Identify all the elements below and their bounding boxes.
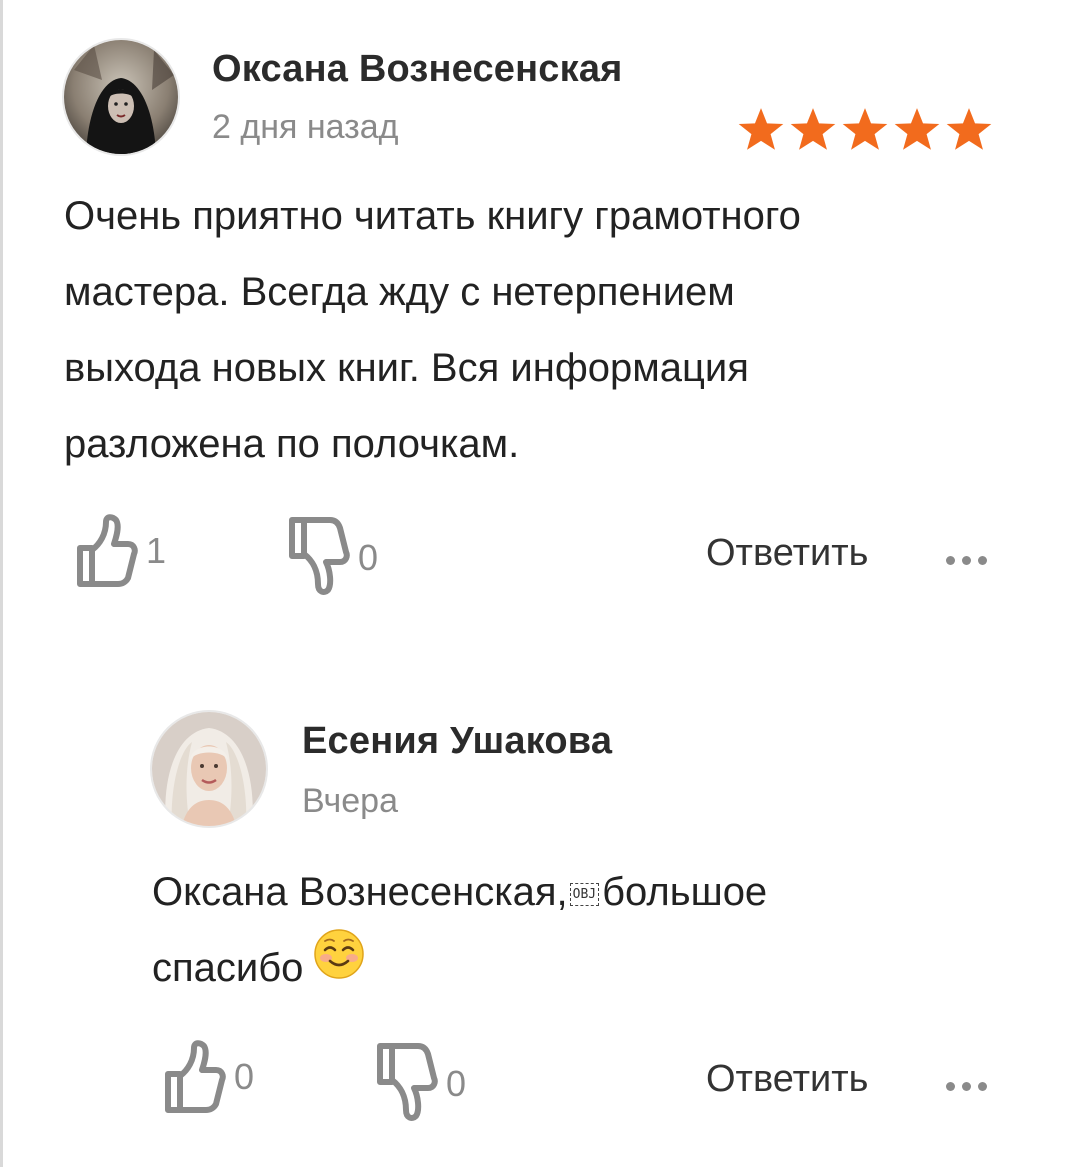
rating-stars	[736, 106, 994, 154]
star-icon	[842, 108, 888, 150]
smiling-face-emoji-icon	[313, 928, 365, 1005]
avatar-blonde-icon	[152, 712, 266, 826]
more-dots-icon[interactable]	[946, 1082, 987, 1091]
comment-text-line: разложена по полочкам.	[64, 422, 520, 466]
comment-actions: 1 0 Ответить	[0, 512, 1080, 595]
avatar[interactable]	[64, 40, 178, 154]
star-icon	[894, 108, 940, 150]
thumbs-up-icon	[165, 1040, 226, 1113]
author-name[interactable]: Оксана Вознесенская	[212, 48, 623, 91]
reply-button[interactable]: Ответить	[706, 1058, 868, 1101]
comment-text: Очень приятно читать книгу грамотного ма…	[64, 178, 801, 482]
author-name[interactable]: Есения Ушакова	[302, 720, 612, 763]
comment-date: Вчера	[302, 782, 398, 820]
object-placeholder: OBJ	[569, 882, 600, 906]
comment-text-line: спасибо	[152, 928, 767, 1006]
comment-actions: 0 0 Ответить	[0, 1038, 1080, 1121]
comment-text-fragment: большое	[602, 870, 768, 914]
like-button[interactable]: 0	[160, 1038, 254, 1116]
avatar-dark-hood-icon	[64, 40, 178, 154]
comment-text-line: Оксана Вознесенская, OBJ большое	[152, 854, 767, 930]
like-count: 1	[146, 530, 167, 571]
comment-text-line: выхода новых книг. Вся информация	[64, 346, 749, 390]
comment-text: Оксана Вознесенская, OBJ большое спасибо	[152, 854, 767, 1006]
reply-button[interactable]: Ответить	[706, 532, 868, 575]
thumbs-up-icon	[77, 514, 138, 587]
star-icon	[946, 108, 992, 150]
dislike-button[interactable]: 0	[372, 1038, 466, 1130]
comment-text-fragment: спасибо	[152, 946, 304, 990]
like-count: 0	[234, 1056, 255, 1097]
thumbs-down-icon	[289, 517, 350, 595]
avatar[interactable]	[152, 712, 266, 826]
like-button[interactable]: 1	[72, 512, 166, 590]
more-dots-icon[interactable]	[946, 556, 987, 565]
dislike-button[interactable]: 0	[284, 512, 378, 604]
comment-text-line: мастера. Всегда жду с нетерпением	[64, 270, 735, 314]
thumbs-down-icon	[377, 1043, 438, 1121]
star-icon	[790, 108, 836, 150]
dislike-count: 0	[446, 1063, 467, 1104]
comment-date: 2 дня назад	[212, 108, 399, 146]
star-icon	[738, 108, 784, 150]
mention-link[interactable]: Оксана Вознесенская,	[152, 870, 568, 914]
comment-text-line: Очень приятно читать книгу грамотного	[64, 194, 801, 238]
comment: Оксана Вознесенская 2 дня назад Очень пр…	[0, 0, 1080, 640]
dislike-count: 0	[358, 537, 379, 578]
reply-comment: Есения Ушакова Вчера Оксана Вознесенская…	[0, 690, 1080, 1167]
